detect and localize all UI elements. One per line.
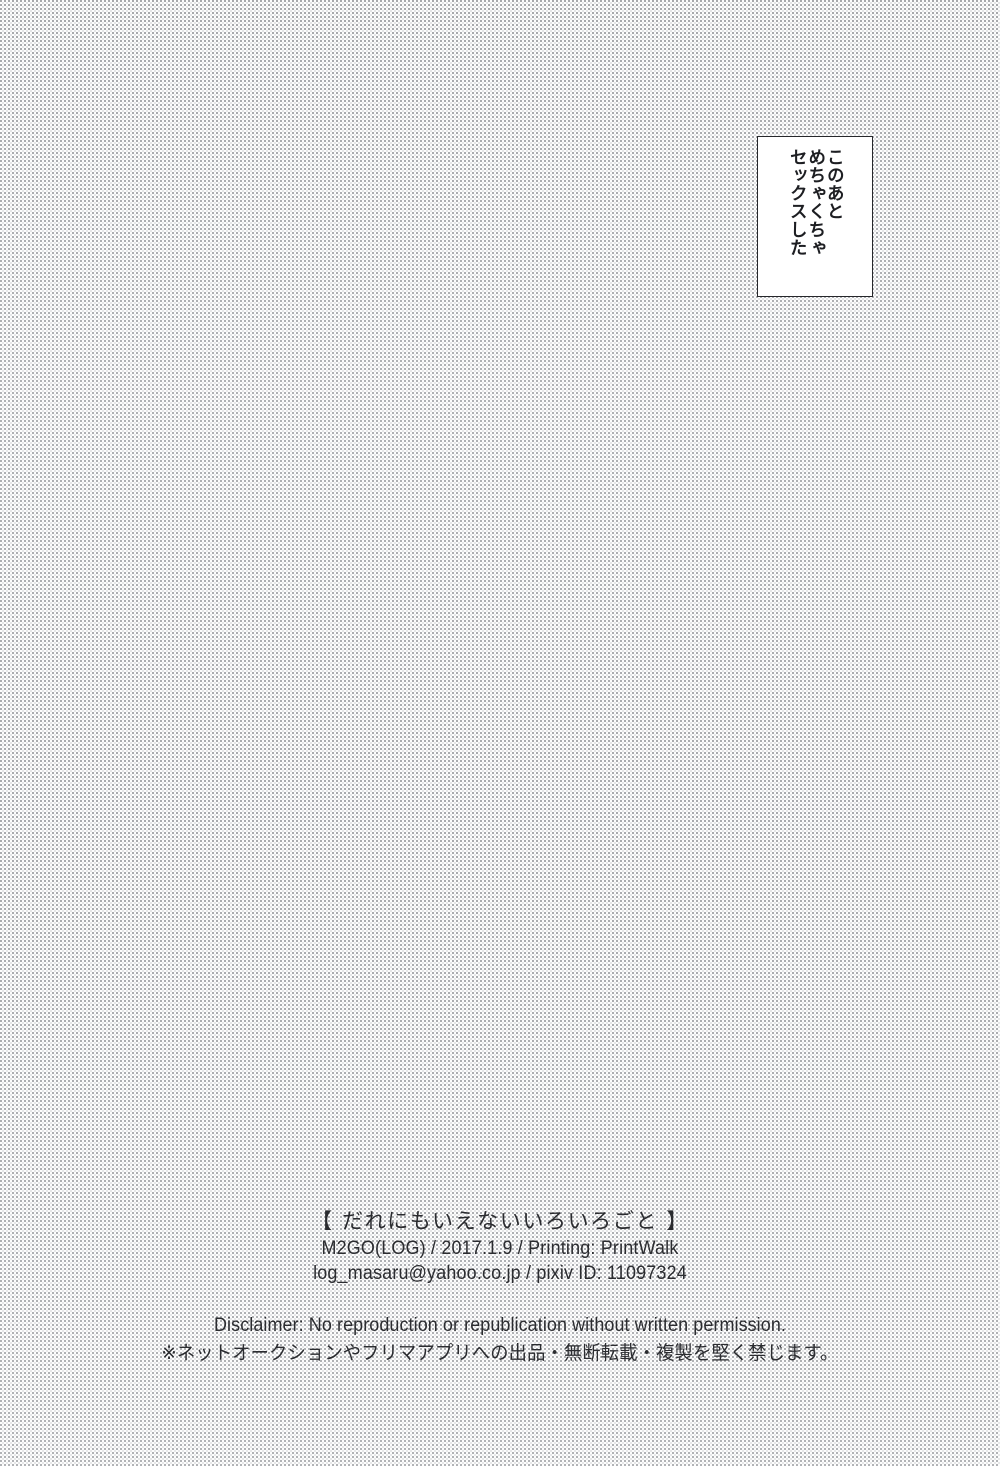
colophon-credit-line-2: log_masaru@yahoo.co.jp / pixiv ID: 11097… (313, 1262, 687, 1284)
vertical-text-column-2: めちゃくちゃ (805, 148, 826, 257)
page-canvas: このあと めちゃくちゃ セックスした 【 だれにもいえないいろいろごと 】 M2… (0, 0, 1000, 1466)
disclaimer-block: Disclaimer: No reproduction or republica… (0, 1312, 1000, 1367)
disclaimer-english: Disclaimer: No reproduction or republica… (214, 1314, 786, 1336)
disclaimer-japanese: ※ネットオークションやフリマアプリへの出品・無断転載・複製を堅く禁じます。 (161, 1342, 839, 1364)
vertical-text-column-3: セックスした (787, 148, 808, 257)
colophon-title: 【 だれにもいえないいろいろごと 】 (311, 1209, 689, 1233)
vertical-text-note-box: このあと めちゃくちゃ セックスした (757, 136, 873, 297)
colophon-block: 【 だれにもいえないいろいろごと 】 M2GO(LOG) / 2017.1.9 … (0, 1206, 1000, 1367)
vertical-text-columns: このあと めちゃくちゃ セックスした (758, 137, 872, 296)
vertical-text-column-1: このあと (824, 148, 845, 221)
colophon-credit-line-1: M2GO(LOG) / 2017.1.9 / Printing: PrintWa… (321, 1237, 679, 1259)
